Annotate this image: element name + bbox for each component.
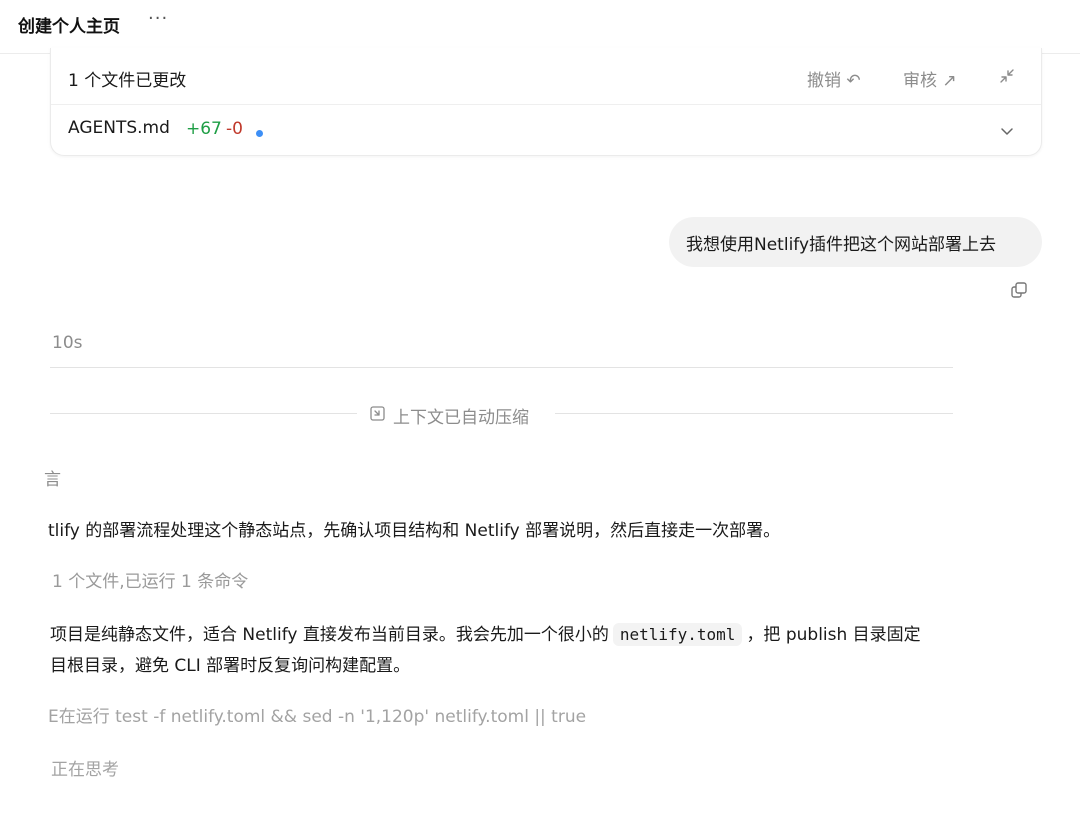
user-message-bubble: 我想使用Netlify插件把这个网站部署上去 <box>669 217 1042 267</box>
changed-file-row[interactable]: AGENTS.md +67 -0 <box>51 105 1041 156</box>
changed-files-header: 1 个文件已更改 撤销 ↶ 审核 ↗ <box>51 48 1041 105</box>
divider-left <box>50 413 357 414</box>
compress-icon <box>370 406 385 421</box>
file-name[interactable]: AGENTS.md <box>68 118 170 138</box>
paragraph-text: ，把 publish 目录固定 <box>746 625 921 645</box>
context-compressed-notice: 上下文已自动压缩 <box>393 408 529 428</box>
more-options-button[interactable]: ··· <box>148 8 168 29</box>
assistant-paragraph-line: 目根目录，避免 CLI 部署时反复询问构建配置。 <box>50 656 411 676</box>
divider-right <box>555 413 953 414</box>
collapse-icon[interactable] <box>997 66 1017 86</box>
changed-files-card: 1 个文件已更改 撤销 ↶ 审核 ↗ AGENTS.md +67 -0 <box>50 48 1042 156</box>
assistant-paragraph: tlify 的部署流程处理这个静态站点，先确认项目结构和 Netlify 部署说… <box>48 521 781 541</box>
paragraph-text: 项目是纯静态文件，适合 Netlify 直接发布当前目录。我会先加一个很小的 <box>50 625 609 645</box>
assistant-paragraph: 项目是纯静态文件，适合 Netlify 直接发布当前目录。我会先加一个很小的 ne… <box>50 620 921 646</box>
copy-icon[interactable] <box>1010 281 1028 299</box>
review-button[interactable]: 审核 ↗ <box>903 66 957 91</box>
thinking-duration[interactable]: 10s <box>52 333 83 353</box>
unsaved-dot-icon <box>256 130 263 137</box>
running-command-status[interactable]: E在运行 test -f netlify.toml && sed -n '1,1… <box>48 702 586 727</box>
undo-button[interactable]: 撤销 ↶ <box>807 66 861 91</box>
changed-files-summary: 1 个文件已更改 <box>68 71 187 91</box>
page-title: 创建个人主页 <box>18 17 120 37</box>
deletions-count: -0 <box>226 119 243 139</box>
additions-count: +67 <box>186 119 222 139</box>
divider <box>50 367 953 368</box>
activity-summary[interactable]: 1 个文件,已运行 1 条命令 <box>52 567 248 592</box>
inline-code: netlify.toml <box>612 623 743 646</box>
partial-text: 言 <box>44 470 61 490</box>
chevron-down-icon[interactable] <box>997 121 1017 141</box>
thinking-status: 正在思考 <box>51 760 119 780</box>
top-bar: 创建个人主页 ··· <box>0 0 1080 54</box>
